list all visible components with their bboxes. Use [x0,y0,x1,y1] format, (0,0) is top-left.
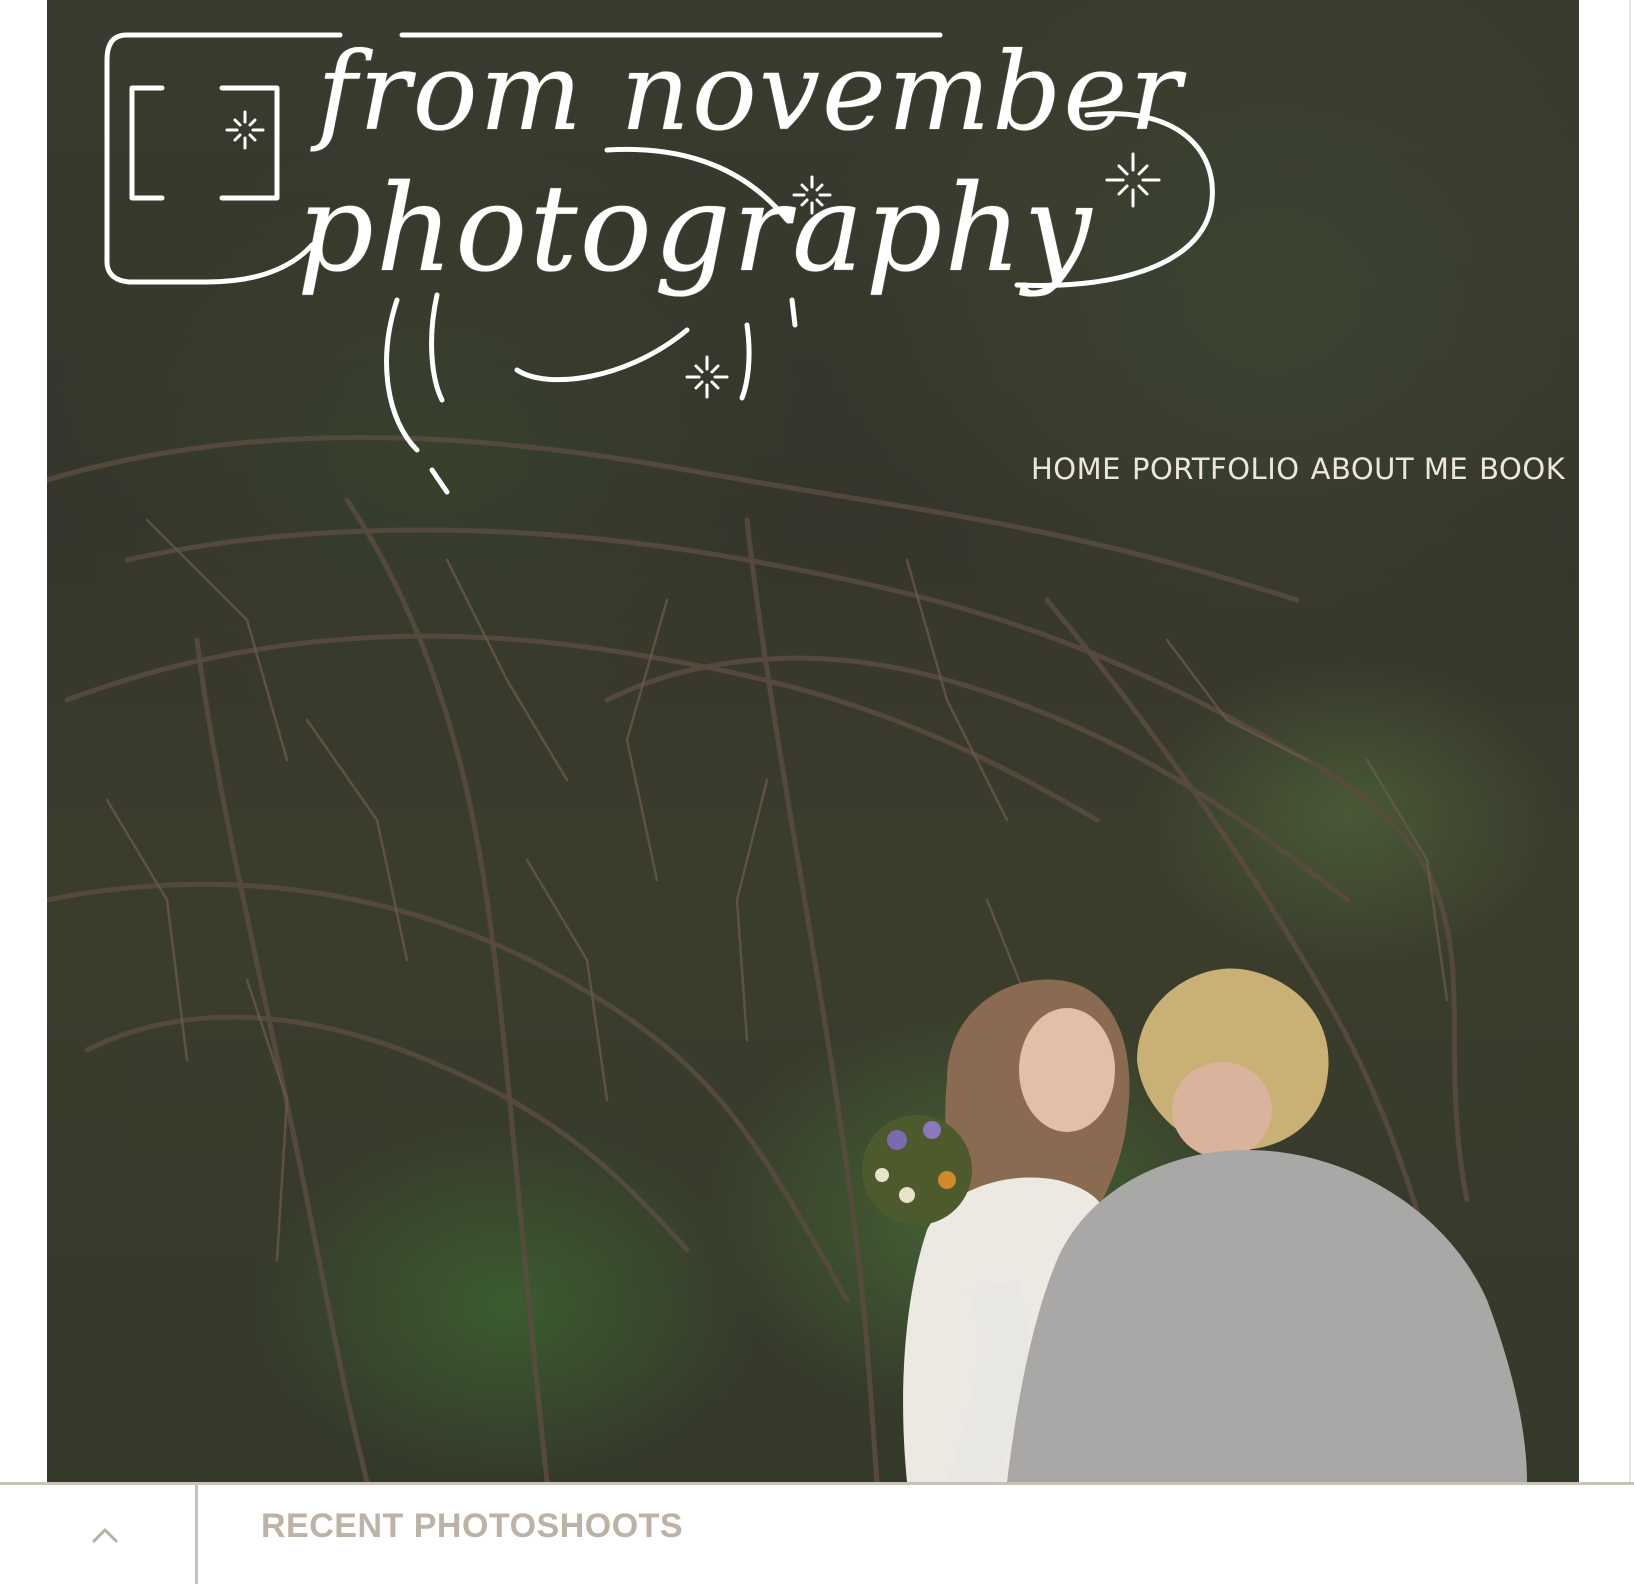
scroll-up-button[interactable] [0,1485,198,1584]
nav-portfolio-link[interactable]: PORTFOLIO [1132,452,1300,486]
nav-about-me-link[interactable]: ABOUT ME [1311,452,1469,486]
section-header-bar: RECENT PHOTOSHOOTS [0,1482,1634,1584]
nav-book-link[interactable]: BOOK [1479,452,1565,486]
site-logo[interactable]: from november photography [47,0,1247,520]
chevron-up-icon [92,1528,118,1543]
section-title: RECENT PHOTOSHOOTS [261,1507,684,1545]
page: from november photography HOME PORTFOLIO… [0,0,1634,1584]
sparkle-icon [225,110,1161,399]
nav-home-link[interactable]: HOME [1031,452,1121,486]
right-edge-divider [1629,0,1631,1482]
main-nav: HOME PORTFOLIO ABOUT ME BOOK [1031,452,1565,486]
hero-photo: from november photography [47,0,1579,1482]
